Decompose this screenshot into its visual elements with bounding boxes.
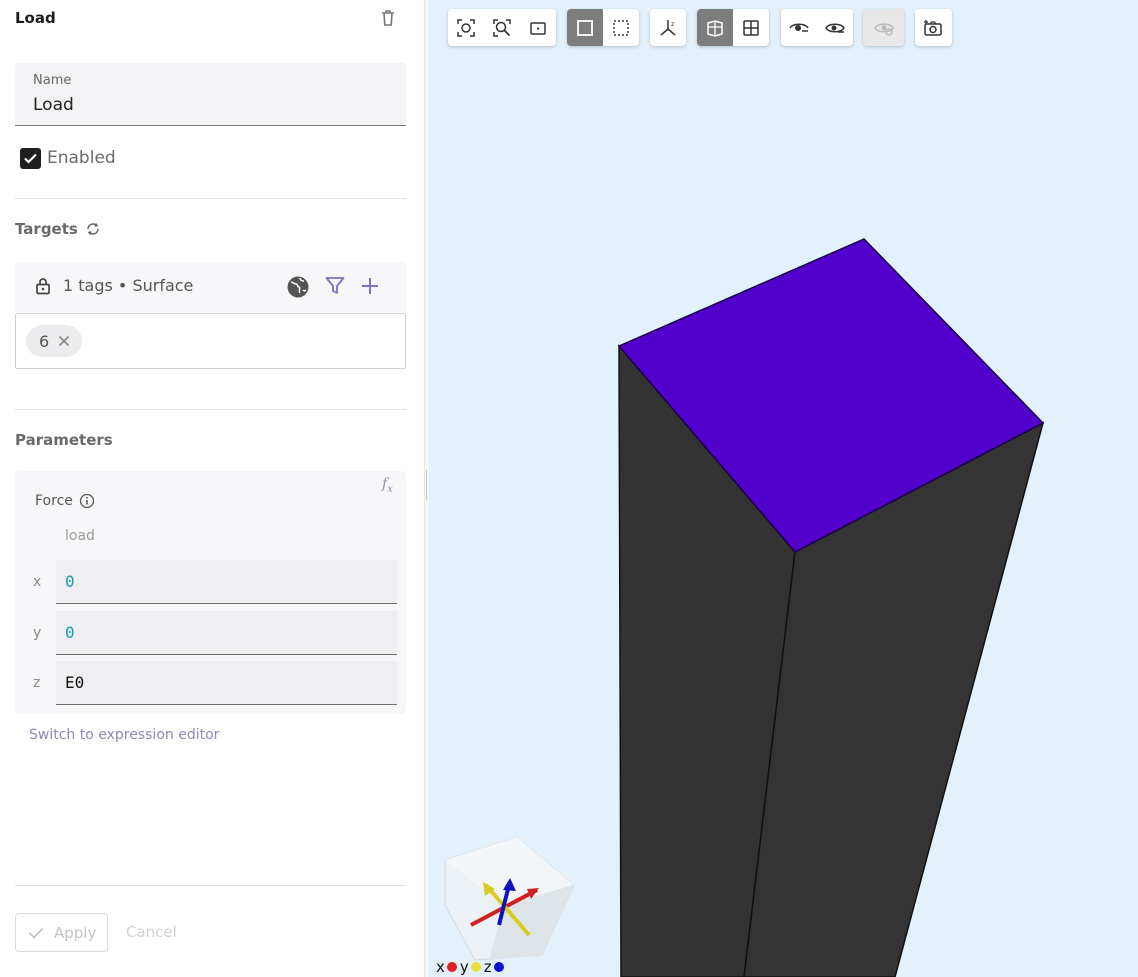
force-sublabel: load xyxy=(65,528,95,544)
function-icon[interactable]: fx xyxy=(382,476,393,495)
targets-summary: 1 tags • Surface xyxy=(63,276,194,295)
axis-label-y: y xyxy=(33,625,42,641)
name-label: Name xyxy=(33,73,72,88)
zoom-fit-icon[interactable] xyxy=(484,9,520,46)
toolbar-visibility-group xyxy=(781,9,853,46)
show-all-icon[interactable] xyxy=(863,9,904,46)
force-label-text: Force xyxy=(35,493,73,509)
properties-panel: Load Name Load Enabled Targets 1 tags • … xyxy=(0,0,424,977)
toolbar-view-mode-group xyxy=(697,9,769,46)
axis-legend-y: y xyxy=(459,958,469,976)
divider xyxy=(15,409,406,410)
3d-scene[interactable] xyxy=(429,0,1138,977)
filter-icon[interactable] xyxy=(324,275,346,297)
axis-label-z: z xyxy=(33,675,41,691)
targets-box: 1 tags • Surface xyxy=(15,262,406,312)
tag-chip[interactable]: 6 xyxy=(26,325,83,357)
info-icon[interactable] xyxy=(79,493,95,509)
divider xyxy=(15,198,406,199)
enabled-label: Enabled xyxy=(47,148,116,168)
toolbar-axes-group: z xyxy=(650,9,686,46)
force-label: Force xyxy=(35,493,95,509)
tag-chip-label: 6 xyxy=(39,331,50,351)
apply-label: Apply xyxy=(54,923,97,942)
solid-view-icon[interactable] xyxy=(697,9,733,46)
parameters-heading: Parameters xyxy=(15,431,113,449)
toolbar-show-all-group xyxy=(863,9,904,46)
enabled-row[interactable]: Enabled xyxy=(20,147,116,169)
tag-input[interactable]: 6 xyxy=(15,313,406,369)
name-value[interactable]: Load xyxy=(33,95,74,115)
hide-icon[interactable] xyxy=(781,9,817,46)
targets-heading: Targets xyxy=(15,220,101,238)
parameters-heading-text: Parameters xyxy=(15,431,113,449)
axis-legend-z: z xyxy=(483,958,492,976)
lock-icon[interactable] xyxy=(35,277,51,295)
apply-button[interactable]: Apply xyxy=(15,913,108,952)
focus-selection-icon[interactable] xyxy=(448,9,484,46)
switch-to-expression-editor-link[interactable]: Switch to expression editor xyxy=(29,727,219,743)
add-icon[interactable] xyxy=(359,275,381,297)
targets-heading-text: Targets xyxy=(15,220,78,238)
axis-z-dot xyxy=(493,962,504,972)
force-z-value[interactable]: E0 xyxy=(65,673,84,692)
wireframe-view-icon[interactable] xyxy=(733,9,769,46)
force-z-row: z E0 xyxy=(15,661,406,707)
splitter-grip[interactable] xyxy=(426,470,427,500)
force-z-input[interactable]: E0 xyxy=(56,661,397,705)
force-parameter: fx Force load x 0 y 0 z E0 xyxy=(15,471,406,714)
check-icon xyxy=(28,927,44,939)
check-icon xyxy=(24,153,37,164)
axis-y-dot xyxy=(470,962,481,972)
zoom-area-icon[interactable] xyxy=(520,9,556,46)
panel-title: Load xyxy=(15,9,56,27)
force-x-value[interactable]: 0 xyxy=(65,572,75,591)
screenshot-icon[interactable] xyxy=(915,9,951,46)
force-y-row: y 0 xyxy=(15,611,406,657)
cancel-button[interactable]: Cancel xyxy=(126,923,177,941)
axes-icon[interactable]: z xyxy=(650,9,686,46)
view-cube[interactable] xyxy=(444,836,575,961)
force-x-input[interactable]: 0 xyxy=(56,560,397,604)
axis-x-dot xyxy=(446,962,457,972)
select-box-icon[interactable] xyxy=(567,9,603,46)
globe-icon[interactable] xyxy=(286,275,310,299)
trash-icon[interactable] xyxy=(378,8,398,28)
axis-legend-x: x xyxy=(436,958,445,976)
axis-label-x: x xyxy=(33,574,42,590)
sync-icon[interactable] xyxy=(85,221,101,237)
3d-viewport[interactable]: z x y z xyxy=(429,0,1138,977)
toolbar-zoom-group xyxy=(448,9,556,46)
svg-text:z: z xyxy=(671,21,674,28)
select-lasso-icon[interactable] xyxy=(603,9,639,46)
divider xyxy=(15,885,406,886)
force-x-row: x 0 xyxy=(15,560,406,606)
toolbar-select-group xyxy=(567,9,639,46)
enabled-checkbox[interactable] xyxy=(20,147,41,169)
force-y-input[interactable]: 0 xyxy=(56,611,397,655)
name-field[interactable]: Name Load xyxy=(15,63,406,126)
show-icon[interactable] xyxy=(817,9,853,46)
axis-legend: x y z xyxy=(436,958,507,976)
toolbar-screenshot-group xyxy=(915,9,952,46)
close-icon[interactable] xyxy=(58,335,70,347)
force-y-value[interactable]: 0 xyxy=(65,623,75,642)
